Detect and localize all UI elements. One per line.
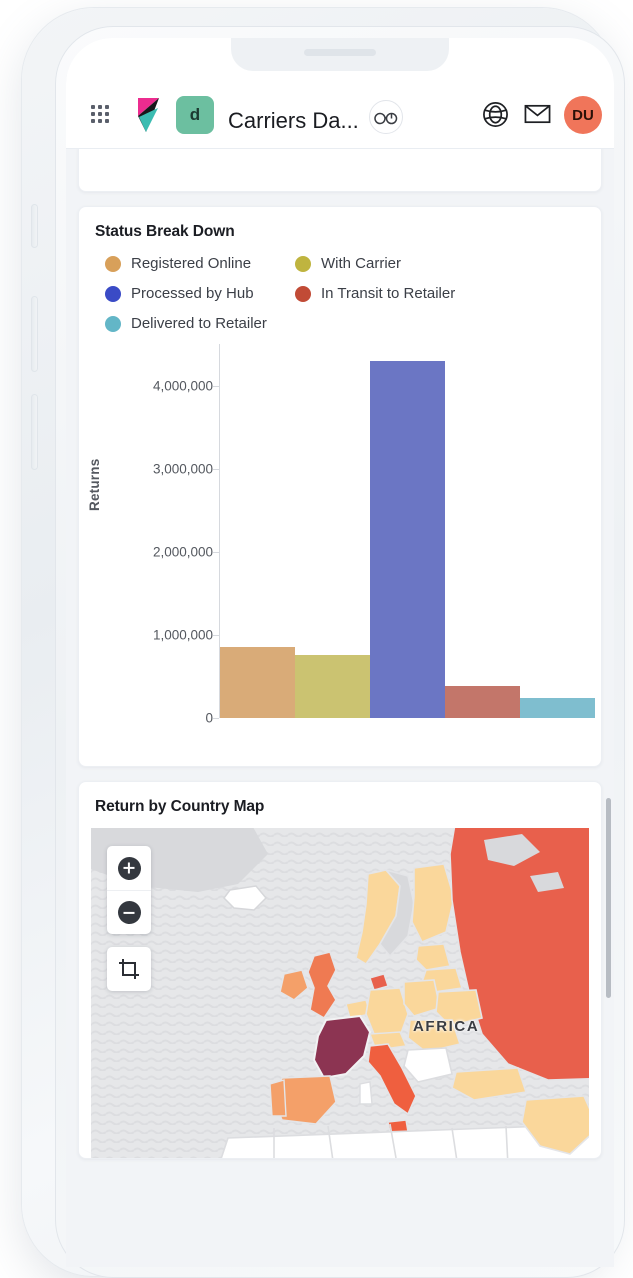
y-axis-tick-mark <box>213 469 219 470</box>
help-lifebuoy-icon[interactable] <box>474 94 516 134</box>
choropleth-map[interactable]: AFRICA <box>91 828 589 1158</box>
map-canvas[interactable] <box>91 828 589 1158</box>
bar[interactable] <box>520 698 595 718</box>
bar-chart: Returns 0 1,000,000 2,000,000 3,000,000 4,00… <box>79 336 601 766</box>
chart-legend: Registered Online With Carrier Processed… <box>79 241 601 336</box>
bar-series <box>220 344 595 718</box>
avatar[interactable]: DU <box>564 96 602 134</box>
legend-color-dot <box>105 286 121 302</box>
panel-country-map: Return by Country Map <box>78 781 602 1159</box>
phone-device-frame: d Carriers Da... <box>22 8 614 1276</box>
legend-item-registered-online[interactable]: Registered Online <box>105 255 295 272</box>
legend-item-label: With Carrier <box>321 255 401 272</box>
y-axis-tick-label: 1,000,000 <box>153 627 213 642</box>
plot-area <box>219 344 595 718</box>
y-axis-tick-label: 3,000,000 <box>153 461 213 476</box>
legend-item-delivered-to-retailer[interactable]: Delivered to Retailer <box>105 315 365 332</box>
legend-color-dot <box>105 256 121 272</box>
y-axis-tick-label: 2,000,000 <box>153 544 213 559</box>
y-axis-tick-mark <box>213 718 219 719</box>
panel-title-country-map: Return by Country Map <box>79 782 601 816</box>
phone-speaker-grille <box>304 49 376 56</box>
map-zoom-controls <box>107 846 151 991</box>
legend-item-with-carrier[interactable]: With Carrier <box>295 255 485 272</box>
phone-volume-up-button <box>31 296 38 372</box>
y-axis-tick-label: 0 <box>205 711 213 726</box>
app-badge[interactable]: d <box>176 96 214 134</box>
legend-item-in-transit-to-retailer[interactable]: In Transit to Retailer <box>295 285 555 302</box>
legend-item-label: Delivered to Retailer <box>131 315 267 332</box>
y-axis-tick-mark <box>213 386 219 387</box>
map-fit-group <box>107 947 151 991</box>
panel-above-partial <box>78 148 602 192</box>
bar[interactable] <box>295 655 370 718</box>
bar[interactable] <box>445 686 520 718</box>
legend-item-processed-by-hub[interactable]: Processed by Hub <box>105 285 295 302</box>
phone-silent-switch <box>31 204 38 248</box>
phone-screen: d Carriers Da... <box>66 38 614 1267</box>
map-zoom-group <box>107 846 151 934</box>
kibana-logo-icon[interactable] <box>122 94 174 134</box>
y-axis-title: Returns <box>87 459 102 511</box>
bar[interactable] <box>370 361 445 718</box>
legend-color-dot <box>105 316 121 332</box>
y-axis-tick-mark <box>213 635 219 636</box>
fit-to-bounds-icon[interactable] <box>107 947 151 991</box>
y-axis-tick-label: 4,000,000 <box>153 378 213 393</box>
legend-color-dot <box>295 286 311 302</box>
legend-item-label: In Transit to Retailer <box>321 285 455 302</box>
read-only-glasses-icon[interactable] <box>369 100 403 134</box>
page-scrollbar[interactable] <box>606 798 611 998</box>
legend-item-label: Registered Online <box>131 255 251 272</box>
bar[interactable] <box>220 647 295 718</box>
map-continent-label: AFRICA <box>413 1018 479 1035</box>
panel-title-status-breakdown: Status Break Down <box>79 207 601 241</box>
legend-color-dot <box>295 256 311 272</box>
mail-envelope-icon[interactable] <box>516 94 558 134</box>
phone-volume-down-button <box>31 394 38 470</box>
app-grid-icon[interactable] <box>78 94 122 134</box>
panel-status-breakdown: Status Break Down Registered Online With… <box>78 206 602 767</box>
zoom-out-icon[interactable] <box>107 890 151 934</box>
dashboard-scroll-area[interactable]: Status Break Down Registered Online With… <box>66 148 614 1267</box>
y-axis-tick-mark <box>213 552 219 553</box>
y-axis-tick-labels: 0 1,000,000 2,000,000 3,000,000 4,000,000 <box>103 336 213 766</box>
page-title: Carriers Da... <box>228 108 359 134</box>
zoom-in-icon[interactable] <box>107 846 151 890</box>
legend-item-label: Processed by Hub <box>131 285 254 302</box>
